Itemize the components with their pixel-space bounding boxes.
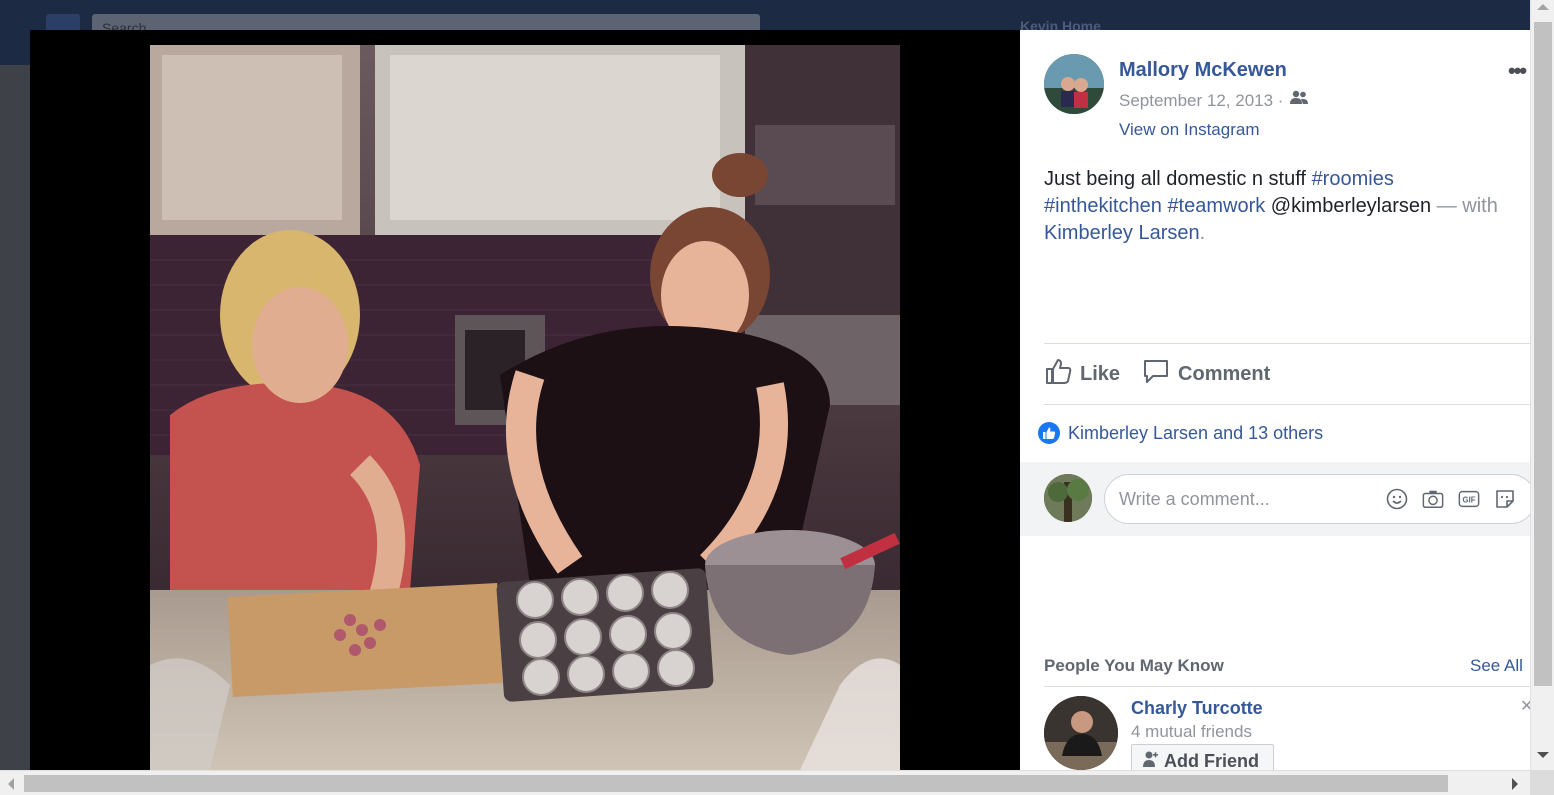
scroll-up-arrow-icon[interactable]	[1537, 4, 1549, 10]
with-text: — with	[1436, 195, 1498, 217]
svg-text:GIF: GIF	[1463, 496, 1476, 505]
author-name[interactable]: Mallory McKewen	[1119, 59, 1287, 82]
caption-period: .	[1199, 222, 1206, 244]
see-all-link[interactable]: See All	[1470, 656, 1523, 676]
emoji-icon[interactable]	[1386, 488, 1408, 510]
post-meta: September 12, 2013 ·	[1119, 90, 1309, 111]
like-button[interactable]: Like	[1044, 357, 1120, 391]
caption-mention: @kimberleylarsen	[1265, 195, 1437, 217]
current-user-avatar[interactable]	[1044, 474, 1092, 522]
more-options-button[interactable]: •••	[1508, 58, 1527, 84]
caption-text: Just being all domestic n stuff	[1044, 168, 1312, 190]
vertical-scroll-thumb[interactable]	[1534, 22, 1552, 686]
hashtag-roomies[interactable]: #roomies	[1312, 168, 1394, 190]
scroll-left-arrow-icon[interactable]	[8, 778, 14, 790]
pymk-title: People You May Know	[1044, 656, 1224, 675]
gif-icon[interactable]: GIF	[1458, 488, 1480, 510]
comment-bubble-icon	[1142, 357, 1170, 391]
camera-icon[interactable]	[1422, 488, 1444, 510]
friends-icon[interactable]	[1289, 90, 1309, 111]
like-reaction-icon	[1038, 422, 1060, 444]
suggested-friend-avatar[interactable]	[1044, 696, 1118, 770]
reactions-text: Kimberley Larsen and 13 others	[1068, 422, 1324, 443]
comment-tools: GIF	[1386, 488, 1516, 510]
post-date[interactable]: September 12, 2013 ·	[1119, 91, 1283, 111]
add-friend-label: Add Friend	[1164, 750, 1259, 771]
tagged-friend-link[interactable]: Kimberley Larsen	[1044, 222, 1200, 244]
dismiss-suggestion-icon[interactable]: ✕	[1520, 696, 1530, 716]
scroll-right-arrow-icon[interactable]	[1512, 778, 1518, 790]
post-detail-panel: Mallory McKewen September 12, 2013 · Vie…	[1020, 30, 1530, 770]
view-on-instagram-link[interactable]: View on Instagram	[1119, 120, 1259, 140]
divider	[1044, 686, 1530, 687]
viewport: Search Kevin Home Mallory McKewen Septem…	[0, 0, 1554, 795]
sticker-icon[interactable]	[1494, 488, 1516, 510]
horizontal-scrollbar[interactable]	[0, 770, 1530, 795]
suggested-friend-avatar-image	[1044, 696, 1118, 770]
comment-label: Comment	[1178, 362, 1271, 385]
post-photo[interactable]	[150, 45, 900, 770]
reactions-summary[interactable]: Kimberley Larsen and 13 others	[1038, 422, 1323, 444]
scrollbar-corner	[1530, 770, 1554, 795]
kitchen-photo-illustration	[150, 45, 900, 770]
comment-button[interactable]: Comment	[1142, 357, 1270, 391]
current-user-avatar-image	[1044, 474, 1092, 522]
scroll-down-arrow-icon[interactable]	[1537, 752, 1549, 758]
add-friend-button[interactable]: Add Friend	[1131, 744, 1274, 770]
add-friend-icon	[1142, 750, 1158, 771]
comment-composer: GIF	[1020, 462, 1530, 536]
avatar-image	[1044, 54, 1104, 114]
photo-theater	[30, 30, 1020, 770]
hashtag-inthekitchen[interactable]: #inthekitchen	[1044, 195, 1162, 217]
horizontal-scroll-thumb[interactable]	[24, 775, 1448, 792]
suggested-friend-name[interactable]: Charly Turcotte	[1131, 698, 1263, 719]
post-caption: Just being all domestic n stuff #roomies…	[1044, 166, 1530, 247]
author-avatar[interactable]	[1044, 54, 1104, 114]
hashtag-teamwork[interactable]: #teamwork	[1167, 195, 1265, 217]
post-action-bar: Like Comment	[1044, 343, 1530, 405]
mutual-friends-count[interactable]: 4 mutual friends	[1131, 722, 1252, 742]
background-page	[0, 65, 30, 770]
thumbs-up-icon	[1044, 357, 1072, 391]
like-label: Like	[1080, 362, 1121, 385]
vertical-scrollbar[interactable]	[1530, 0, 1554, 770]
